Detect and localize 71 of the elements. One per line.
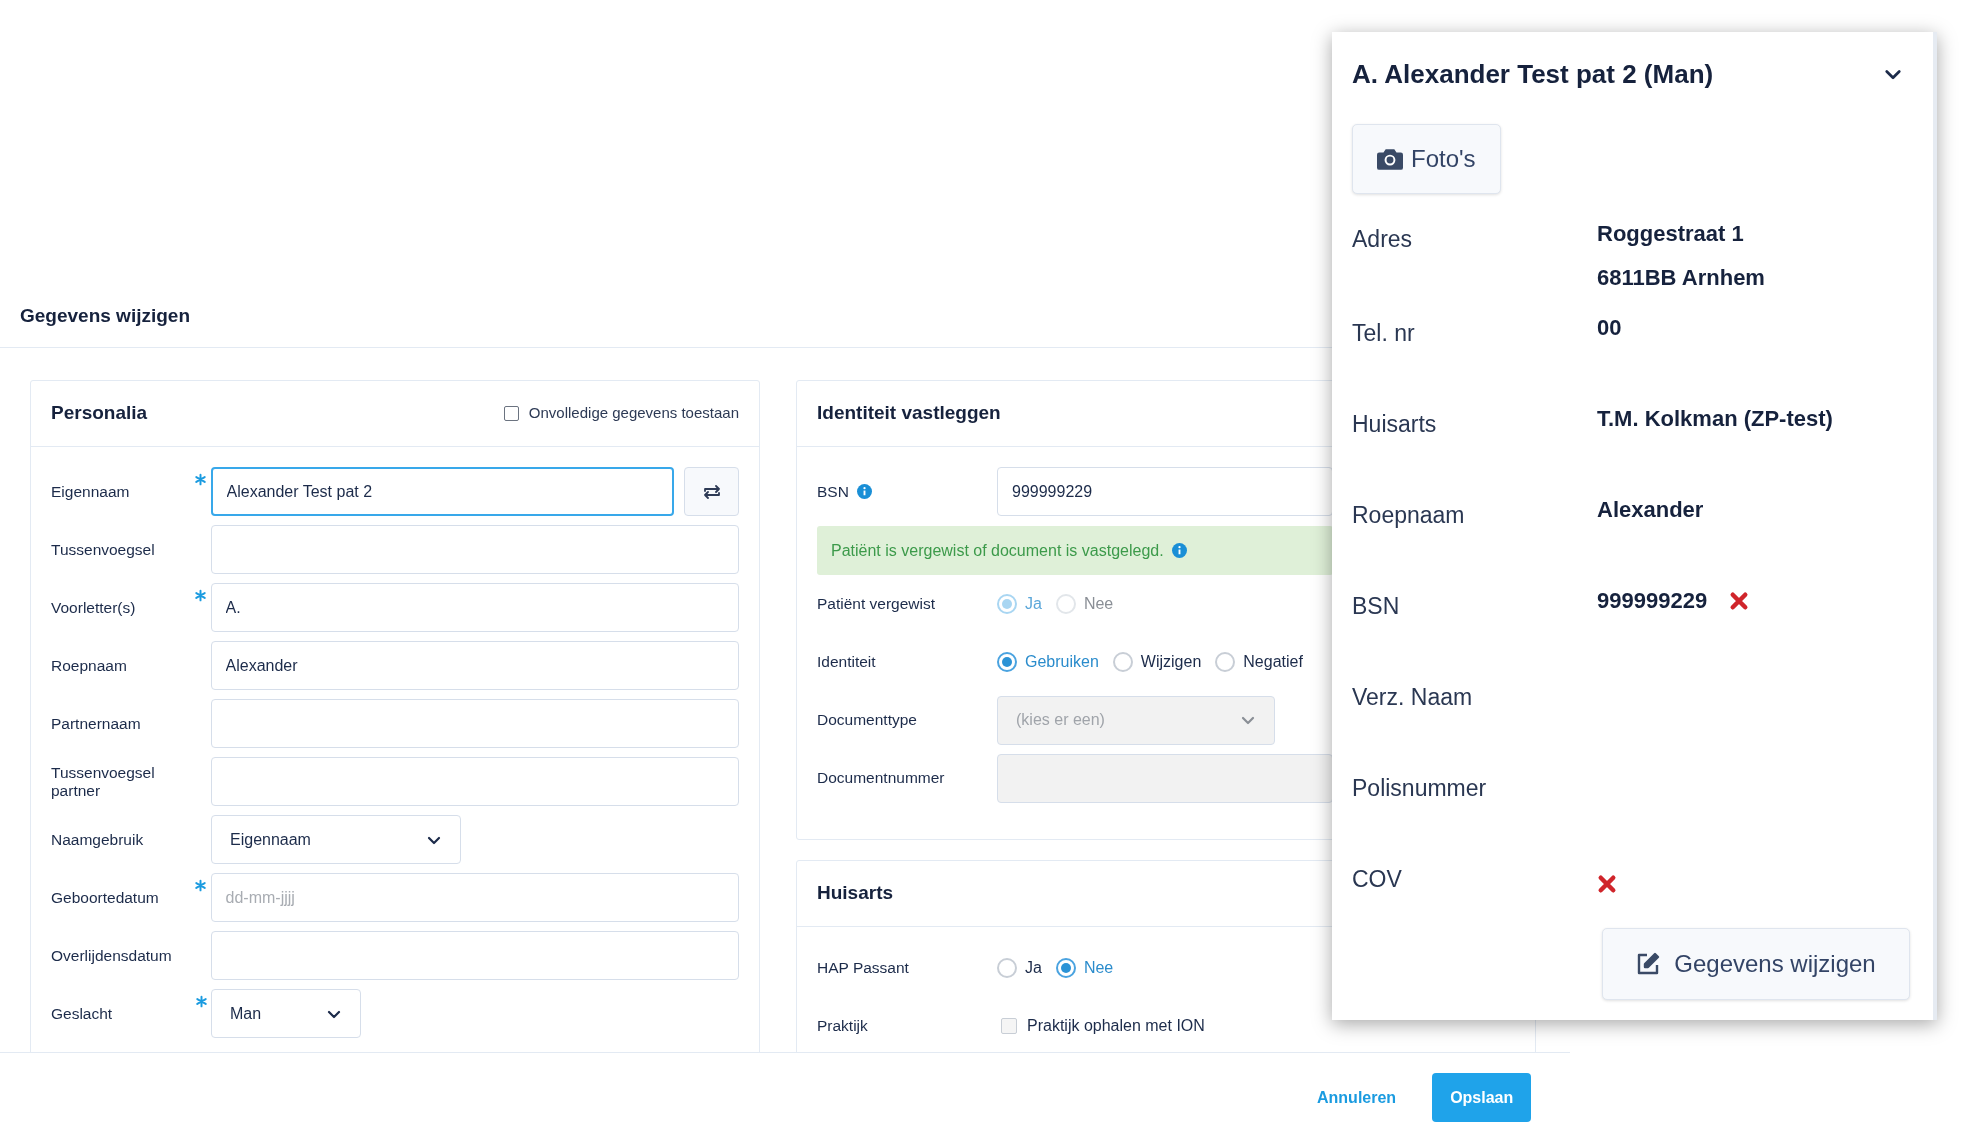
field-label: Naamgebruik bbox=[51, 830, 145, 849]
input-field[interactable]: 999999229 bbox=[997, 467, 1333, 516]
radio-label: Ja bbox=[1025, 958, 1042, 978]
section-heading: Personalia bbox=[51, 401, 148, 426]
field-label: BSN bbox=[817, 481, 849, 502]
detail-value: 00 bbox=[1597, 314, 1622, 342]
panel-title: A. Alexander Test pat 2 (Man) bbox=[1352, 57, 1714, 91]
detail-label: COV bbox=[1352, 865, 1403, 894]
field-label: Tussenvoegsel partner bbox=[51, 763, 156, 800]
info-icon[interactable] bbox=[1171, 543, 1187, 558]
field-label: Patiënt vergewist bbox=[817, 594, 937, 615]
input-field[interactable] bbox=[210, 757, 739, 806]
detail-label: Tel. nr bbox=[1352, 319, 1416, 348]
input-field[interactable] bbox=[210, 525, 739, 574]
field-label: Identiteit bbox=[817, 652, 877, 673]
field-label: Geslacht bbox=[51, 1004, 114, 1023]
swap-icon bbox=[702, 484, 721, 499]
alert-text: Patiënt is vergewist of document is vastgelegd. bbox=[831, 540, 1164, 561]
detail-value: T.M. Kolkman (ZP-test) bbox=[1597, 405, 1833, 433]
info-icon[interactable] bbox=[856, 484, 872, 499]
detail-label: Huisarts bbox=[1352, 410, 1438, 439]
detail-value: 6811BB Arnhem bbox=[1597, 264, 1765, 292]
input-field[interactable]: dd-mm-jjjj bbox=[210, 873, 739, 922]
section-heading: Identiteit vastleggen bbox=[817, 401, 1001, 426]
detail-label: BSN bbox=[1352, 592, 1401, 621]
field-label: Documentnummer bbox=[817, 768, 946, 789]
edit-icon bbox=[1636, 952, 1661, 976]
field-label: Overlijdensdatum bbox=[51, 946, 173, 965]
radio-button[interactable] bbox=[997, 652, 1017, 672]
detail-value: Roggestraat 1 bbox=[1597, 220, 1745, 248]
field-label: Voorletter(s) bbox=[51, 598, 137, 617]
field-label: Geboortedatum bbox=[51, 888, 160, 907]
checkbox-label: Onvolledige gegevens toestaan bbox=[528, 403, 739, 424]
radio-label: Nee bbox=[1083, 958, 1114, 978]
radio-label: Negatief bbox=[1243, 652, 1303, 672]
field-label: Tussenvoegsel bbox=[51, 540, 156, 559]
checkbox-label: Praktijk ophalen met ION bbox=[1027, 1016, 1205, 1036]
radio-label: Wijzigen bbox=[1140, 652, 1202, 672]
field-label: Eigennaam bbox=[51, 482, 131, 501]
input-field[interactable]: Alexander bbox=[210, 641, 739, 690]
detail-label: Polisnummer bbox=[1352, 774, 1488, 803]
field-label: Partnernaam bbox=[51, 714, 142, 733]
radio-button[interactable] bbox=[1055, 958, 1076, 978]
field-label: Praktijk bbox=[817, 1016, 869, 1037]
detail-value: Alexander bbox=[1597, 496, 1704, 524]
select-field[interactable]: Man bbox=[211, 989, 361, 1038]
input-field[interactable] bbox=[210, 699, 739, 748]
detail-label: Roepnaam bbox=[1352, 501, 1466, 530]
camera-icon bbox=[1377, 148, 1403, 170]
detail-value: 999999229 bbox=[1597, 587, 1708, 615]
field-label: Documenttype bbox=[817, 710, 918, 731]
input-field[interactable] bbox=[210, 931, 739, 980]
section-heading: Huisarts bbox=[817, 881, 894, 906]
page-title: Gegevens wijzigen bbox=[20, 304, 190, 329]
input-field[interactable]: Alexander Test pat 2 bbox=[210, 467, 675, 516]
radio-button[interactable] bbox=[1112, 652, 1133, 672]
radio-label: Gebruiken bbox=[1025, 652, 1099, 672]
radio-button[interactable] bbox=[997, 958, 1017, 978]
detail-label: Verz. Naam bbox=[1352, 683, 1474, 712]
radio-button[interactable] bbox=[1215, 652, 1236, 672]
select-field[interactable]: Eigennaam bbox=[211, 815, 461, 864]
radio-label: Nee bbox=[1083, 594, 1114, 614]
edit-button[interactable]: Gegevens wijzigen bbox=[1602, 928, 1910, 1000]
detail-label: Adres bbox=[1352, 225, 1414, 254]
photos-button[interactable]: Foto's bbox=[1352, 124, 1501, 194]
swap-button[interactable] bbox=[684, 467, 739, 516]
radio-label: Ja bbox=[1025, 594, 1042, 614]
checkbox[interactable] bbox=[503, 406, 519, 421]
field-label: HAP Passant bbox=[817, 958, 910, 979]
field-label: Roepnaam bbox=[51, 656, 128, 675]
input-field[interactable]: A. bbox=[210, 583, 739, 632]
